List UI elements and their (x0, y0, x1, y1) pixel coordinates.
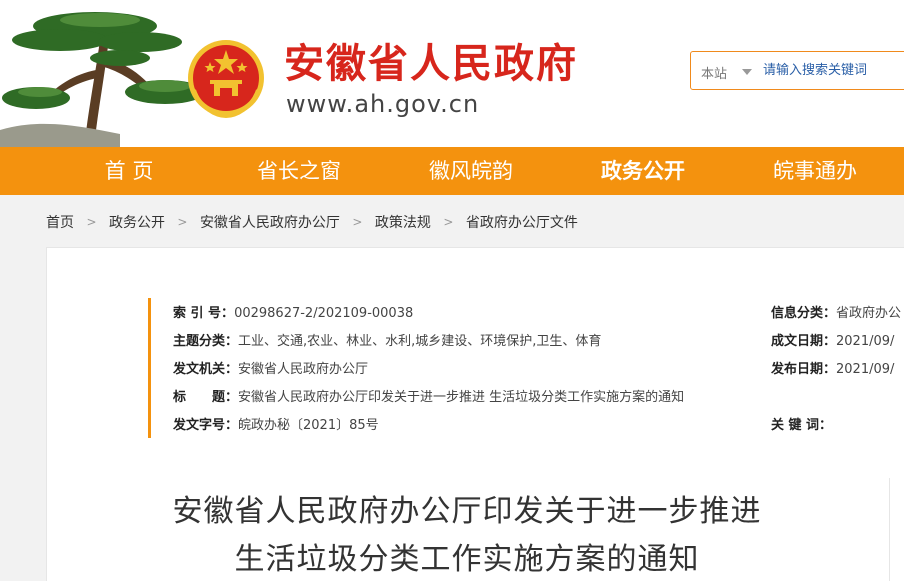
meta-label: 标 题： (173, 390, 239, 405)
meta-value: 2021/09/ (836, 334, 895, 349)
breadcrumb-general-office[interactable]: 安徽省人民政府办公厅 (200, 212, 340, 232)
meta-label: 发布日期： (771, 362, 837, 377)
chevron-right-icon: > (86, 215, 97, 229)
chevron-right-icon: > (177, 215, 188, 229)
search-input[interactable] (763, 58, 904, 83)
meta-index-row: 索 引 号：00298627-2/202109-00038 (173, 305, 413, 323)
article-card: 索 引 号：00298627-2/202109-00038 主题分类：工业、交通… (46, 247, 904, 581)
nav-item-services[interactable]: 皖事通办 (748, 147, 882, 195)
meta-value: 安徽省人民政府办公厅 (238, 362, 369, 377)
nav-item-gov-affairs[interactable]: 政务公开 (576, 147, 710, 195)
meta-created-row: 成文日期：2021/09/ (771, 333, 894, 351)
nav-item-home[interactable]: 首 页 (62, 147, 196, 195)
meta-title-row: 标 题：安徽省人民政府办公厅印发关于进一步推进 生活垃圾分类工作实施方案的通知 (173, 389, 684, 407)
site-title[interactable]: 安徽省人民政府 (284, 40, 578, 88)
site-header: 安徽省人民政府 www.ah.gov.cn 本站 (0, 0, 904, 147)
huangshan-pine-logo (0, 12, 205, 147)
meta-published-row: 发布日期：2021/09/ (771, 361, 894, 379)
meta-accent-bar (148, 298, 151, 438)
meta-label: 信息分类： (771, 306, 837, 321)
meta-value: 安徽省人民政府办公厅印发关于进一步推进 生活垃圾分类工作实施方案的通知 (238, 390, 685, 405)
main-nav: 首 页 省长之窗 徽风皖韵 政务公开 皖事通办 (0, 147, 904, 195)
breadcrumb-home[interactable]: 首页 (46, 212, 74, 232)
nav-item-culture[interactable]: 徽风皖韵 (404, 147, 538, 195)
meta-label: 发文机关： (173, 362, 239, 377)
meta-topic-row: 主题分类：工业、交通,农业、林业、水利,城乡建设、环境保护,卫生、体育 (173, 333, 601, 351)
article-title-line: 生活垃圾分类工作实施方案的通知 (234, 542, 700, 577)
divider (889, 478, 890, 581)
meta-keywords-row: 关 键 词： (771, 417, 832, 435)
chevron-right-icon: > (352, 215, 363, 229)
meta-value: 2021/09/ (836, 362, 895, 377)
meta-value: 皖政办秘〔2021〕85号 (238, 418, 379, 433)
nav-item-governor[interactable]: 省长之窗 (232, 147, 366, 195)
breadcrumb-gov-affairs[interactable]: 政务公开 (109, 212, 165, 232)
chevron-down-icon[interactable] (742, 69, 752, 75)
search-scope-select[interactable]: 本站 (701, 63, 727, 82)
article-title: 安徽省人民政府办公厅印发关于进一步推进 生活垃圾分类工作实施方案的通知 (87, 488, 847, 581)
site-url: www.ah.gov.cn (286, 90, 480, 118)
meta-label: 发文字号： (173, 418, 239, 433)
breadcrumb-office-documents[interactable]: 省政府办公厅文件 (466, 212, 578, 232)
meta-label: 索 引 号： (173, 306, 235, 321)
meta-issuer-row: 发文机关：安徽省人民政府办公厅 (173, 361, 368, 379)
meta-value: 省政府办公 (836, 306, 902, 321)
national-emblem-icon (188, 40, 264, 118)
meta-docno-row: 发文字号：皖政办秘〔2021〕85号 (173, 417, 379, 435)
breadcrumb: 首页 > 政务公开 > 安徽省人民政府办公厅 > 政策法规 > 省政府办公厅文件 (46, 212, 578, 232)
meta-label: 关 键 词： (771, 418, 833, 433)
chevron-right-icon: > (443, 215, 454, 229)
article-title-line: 安徽省人民政府办公厅印发关于进一步推进 (172, 494, 762, 529)
meta-category-row: 信息分类：省政府办公 (771, 305, 901, 323)
meta-label: 成文日期： (771, 334, 837, 349)
breadcrumb-policies[interactable]: 政策法规 (375, 212, 431, 232)
meta-value: 00298627-2/202109-00038 (234, 306, 414, 321)
meta-value: 工业、交通,农业、林业、水利,城乡建设、环境保护,卫生、体育 (238, 334, 602, 349)
meta-label: 主题分类： (173, 334, 239, 349)
search-box[interactable]: 本站 (690, 51, 904, 90)
